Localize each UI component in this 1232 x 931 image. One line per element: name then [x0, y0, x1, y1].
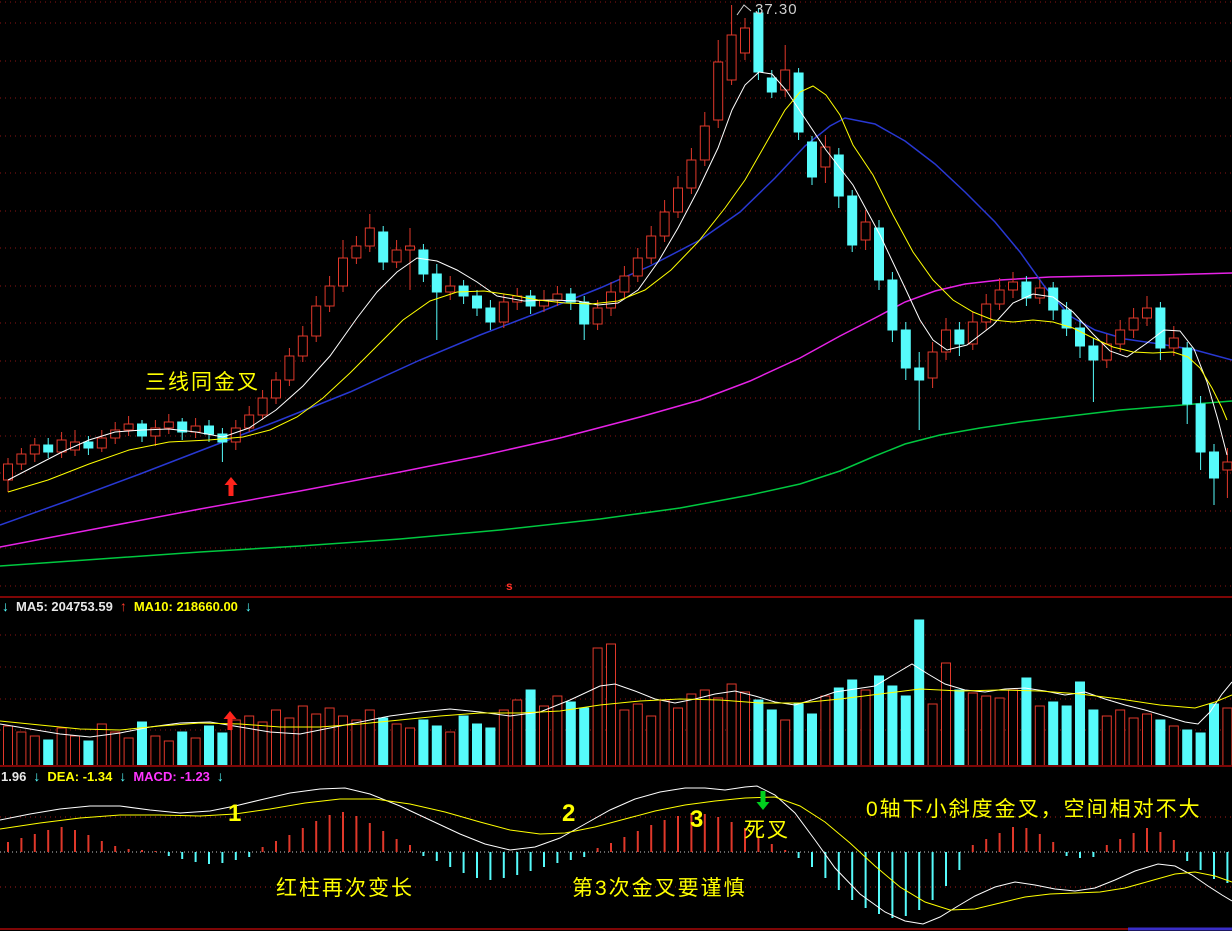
up-arrow-icon: ↑ — [120, 598, 127, 614]
dif-line — [0, 786, 1232, 924]
volume-panel[interactable] — [0, 620, 1232, 766]
dea-value-label: DEA: -1.34 — [47, 769, 112, 784]
dif-value-label: 1.96 — [1, 769, 26, 784]
macd-panel[interactable] — [0, 786, 1232, 929]
volume-indicator-header: ↓ MA5: 204753.59 ↑ MA10: 218660.00 ↓ — [2, 598, 252, 614]
chart-canvas[interactable] — [0, 0, 1232, 931]
down-arrow-icon: ↓ — [245, 598, 252, 614]
ma-magenta — [0, 273, 1232, 547]
macd-indicator-header: 1.96 ↓ DEA: -1.34 ↓ MACD: -1.23 ↓ — [1, 768, 224, 784]
stock-chart-window: 三线同金叉 37.30 s ↓ MA5: 204753.59 ↑ MA10: 2… — [0, 0, 1232, 931]
down-arrow-icon: ↓ — [119, 768, 126, 784]
peak-pointer — [737, 5, 751, 15]
volume-ma10-label: MA10: 218660.00 — [134, 599, 238, 614]
main-price-panel[interactable] — [0, 2, 1232, 597]
dea-line — [0, 797, 1232, 910]
down-signal-arrow-icon — [757, 791, 770, 810]
up-signal-arrow-icon — [225, 477, 238, 496]
volume-ma5-label: MA5: 204753.59 — [16, 599, 113, 614]
macd-value-label: MACD: -1.23 — [133, 769, 210, 784]
down-arrow-icon: ↓ — [33, 768, 40, 784]
down-arrow-icon: ↓ — [2, 598, 9, 614]
down-arrow-icon: ↓ — [217, 768, 224, 784]
